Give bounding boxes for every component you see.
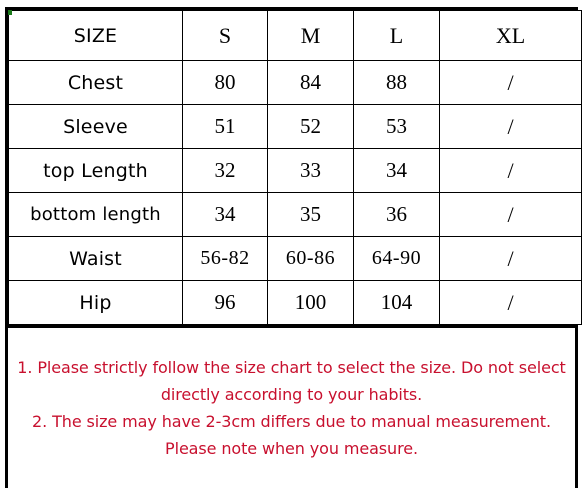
cell-top-length-xl: / <box>439 148 582 193</box>
cell-waist-l: 64-90 <box>353 236 440 281</box>
table-row: Waist 56-82 60-86 64-90 / <box>8 236 582 281</box>
column-header-xl: XL <box>439 10 582 61</box>
table-row: Sleeve 51 52 53 / <box>8 104 582 149</box>
note-line-1: 1. Please strictly follow the size chart… <box>17 358 566 377</box>
row-label-hip: Hip <box>8 280 183 325</box>
notes-section: 1. Please strictly follow the size chart… <box>8 325 575 497</box>
table-row: Chest 80 84 88 / <box>8 60 582 105</box>
cell-bottom-length-l: 36 <box>353 192 440 237</box>
corner-artifact <box>8 10 12 15</box>
column-header-s: S <box>182 10 268 61</box>
cell-bottom-length-xl: / <box>439 192 582 237</box>
size-chart-container: SIZE S M L XL Chest 80 84 88 / Sleeve 51… <box>5 7 582 497</box>
table-row: Hip 96 100 104 / <box>8 280 582 325</box>
size-measurements-table: SIZE S M L XL Chest 80 84 88 / Sleeve 51… <box>8 10 582 325</box>
cell-top-length-s: 32 <box>182 148 268 193</box>
cell-top-length-l: 34 <box>353 148 440 193</box>
cell-waist-s: 56-82 <box>182 236 268 281</box>
table-row: bottom length 34 35 36 / <box>8 192 582 237</box>
column-header-l: L <box>353 10 440 61</box>
cell-chest-m: 84 <box>267 60 354 105</box>
cell-hip-xl: / <box>439 280 582 325</box>
cell-hip-s: 96 <box>182 280 268 325</box>
row-label-waist: Waist <box>8 236 183 281</box>
table-header-row: SIZE S M L XL <box>8 10 582 61</box>
row-label-chest: Chest <box>8 60 183 105</box>
column-header-m: M <box>267 10 354 61</box>
cell-hip-m: 100 <box>267 280 354 325</box>
cell-bottom-length-m: 35 <box>267 192 354 237</box>
cell-sleeve-s: 51 <box>182 104 268 149</box>
cell-top-length-m: 33 <box>267 148 354 193</box>
cell-sleeve-xl: / <box>439 104 582 149</box>
row-label-sleeve: Sleeve <box>8 104 183 149</box>
row-label-bottom-length: bottom length <box>8 192 183 237</box>
cell-hip-l: 104 <box>353 280 440 325</box>
cell-waist-xl: / <box>439 236 582 281</box>
cell-chest-s: 80 <box>182 60 268 105</box>
cell-bottom-length-s: 34 <box>182 192 268 237</box>
cell-waist-m: 60-86 <box>267 236 354 281</box>
note-line-4: Please note when you measure. <box>165 439 418 458</box>
note-line-2: directly according to your habits. <box>160 385 423 404</box>
column-header-size: SIZE <box>8 10 183 61</box>
cell-chest-xl: / <box>439 60 582 105</box>
row-label-top-length: top Length <box>8 148 183 193</box>
cell-sleeve-l: 53 <box>353 104 440 149</box>
cell-chest-l: 88 <box>353 60 440 105</box>
note-line-3: 2. The size may have 2-3cm differs due t… <box>32 412 551 431</box>
table-row: top Length 32 33 34 / <box>8 148 582 193</box>
cell-sleeve-m: 52 <box>267 104 354 149</box>
